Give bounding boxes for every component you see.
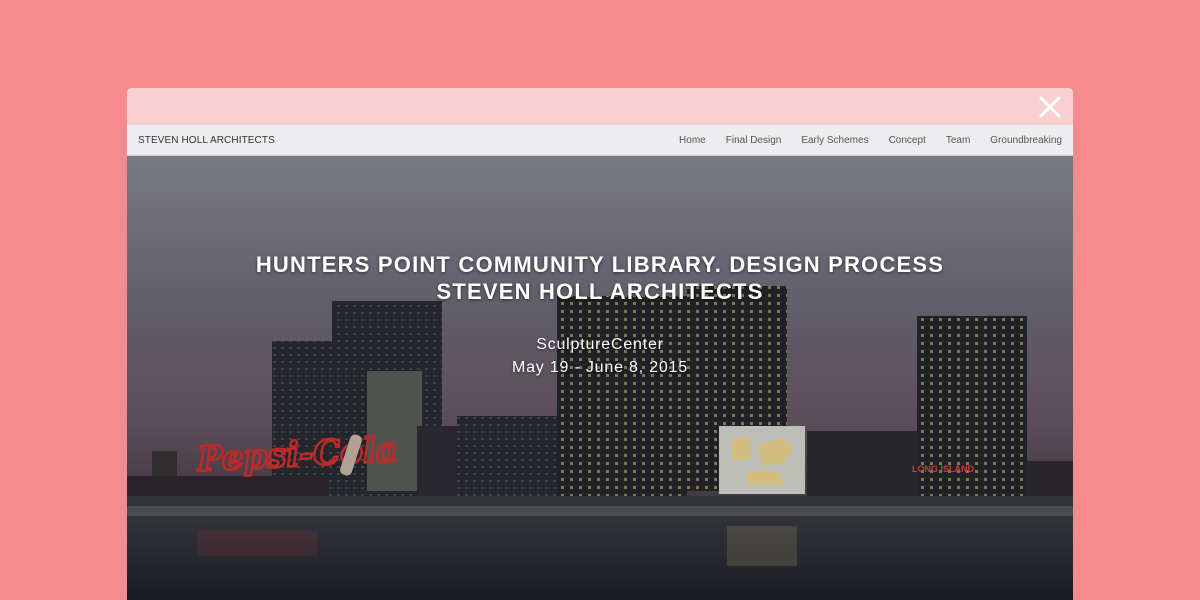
site-navbar: STEVEN HOLL ARCHITECTS Home Final Design… xyxy=(127,125,1073,156)
nav-item-concept[interactable]: Concept xyxy=(879,125,936,156)
hero-venue: SculptureCenter xyxy=(536,336,664,353)
hero-title-line-1: HUNTERS POINT COMMUNITY LIBRARY. DESIGN … xyxy=(255,252,945,277)
modal-window: STEVEN HOLL ARCHITECTS Home Final Design… xyxy=(127,88,1073,600)
hero-section: Pepsi-Cola LONG ISLAND HUNTERS POINT COM… xyxy=(127,156,1073,600)
hero-title: HUNTERS POINT COMMUNITY LIBRARY. DESIGN … xyxy=(127,251,1073,305)
brand-link[interactable]: STEVEN HOLL ARCHITECTS xyxy=(138,125,275,156)
hero-text-block: HUNTERS POINT COMMUNITY LIBRARY. DESIGN … xyxy=(127,251,1073,379)
hero-title-line-2: STEVEN HOLL ARCHITECTS xyxy=(436,279,764,304)
nav-item-final-design[interactable]: Final Design xyxy=(716,125,792,156)
nav-item-groundbreaking[interactable]: Groundbreaking xyxy=(980,125,1073,156)
nav-item-early-schemes[interactable]: Early Schemes xyxy=(791,125,878,156)
nav-item-home[interactable]: Home xyxy=(669,125,716,156)
hero-dates: May 19 - June 8, 2015 xyxy=(511,359,688,376)
modal-topbar xyxy=(127,88,1073,125)
close-icon xyxy=(1039,96,1061,118)
nav-item-team[interactable]: Team xyxy=(936,125,980,156)
close-button[interactable] xyxy=(1037,94,1063,120)
nav-links: Home Final Design Early Schemes Concept … xyxy=(669,125,1073,156)
page-background: { "window": { "close_icon": "close-icon"… xyxy=(0,0,1200,600)
